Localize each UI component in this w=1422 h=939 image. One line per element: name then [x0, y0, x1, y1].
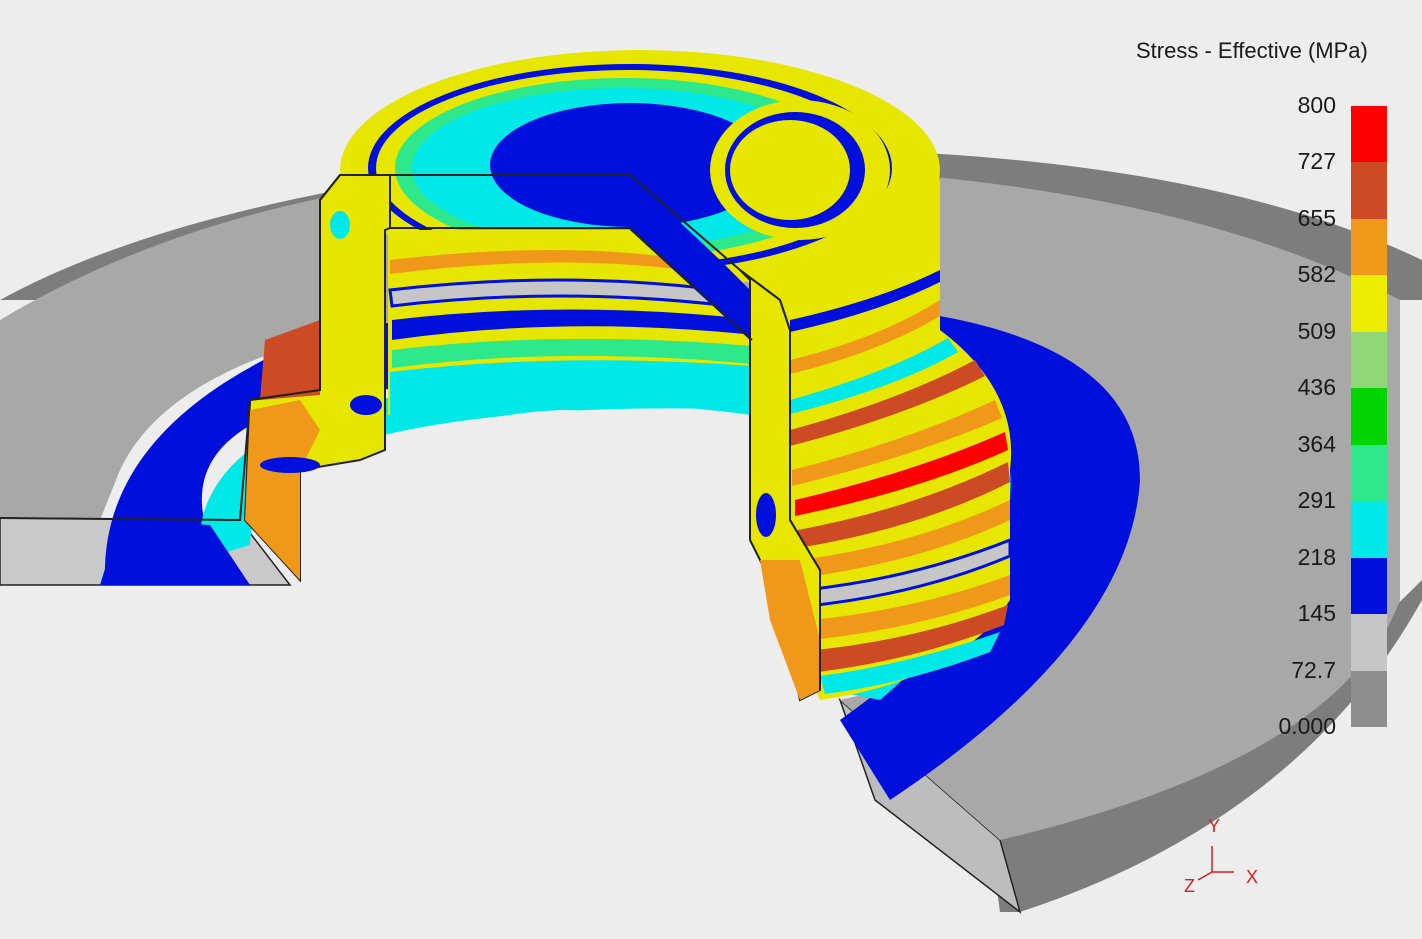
axes-triad: Y X Z [1184, 816, 1258, 896]
fea-viewport[interactable]: Stress - Effective (MPa) 800 727 655 582 509… [0, 0, 1422, 934]
cut-section-left-spot-2 [350, 395, 382, 415]
legend-tick-label: 0.000 [1278, 713, 1336, 739]
legend-color-band [1351, 275, 1387, 333]
legend-color-band [1351, 444, 1387, 502]
legend-color-band [1351, 162, 1387, 220]
cut-section-left-spot-3 [330, 211, 350, 239]
legend-color-band [1351, 501, 1387, 559]
legend-tick-label: 727 [1297, 148, 1336, 175]
stress-contour-model [0, 50, 1422, 914]
legend-color-band [1351, 331, 1387, 389]
legend-tick-label: 291 [1297, 487, 1336, 514]
legend-title: Stress - Effective (MPa) [1136, 38, 1368, 63]
legend-color-band [1351, 557, 1387, 615]
legend-tick-label: 218 [1297, 543, 1336, 570]
legend-colorbar [1351, 106, 1387, 728]
y-axis-label: Y [1208, 816, 1220, 836]
legend-color-band [1351, 388, 1387, 446]
z-axis-line [1197, 871, 1213, 881]
legend-tick-label: 582 [1297, 261, 1336, 288]
cut-section-left-spot-1 [260, 457, 320, 473]
cut-section-right-spot [756, 493, 776, 537]
legend-tick-label: 436 [1297, 374, 1336, 401]
legend-tick-label: 655 [1297, 204, 1336, 231]
legend-tick-label: 72.7 [1291, 656, 1336, 683]
legend-color-band [1351, 106, 1387, 163]
legend-tick-label: 364 [1297, 430, 1336, 457]
x-axis-label: X [1246, 867, 1258, 887]
legend-tick-label: 509 [1297, 317, 1336, 344]
legend-tick-label: 800 [1297, 92, 1336, 118]
legend-color-band [1351, 670, 1387, 728]
legend-color-band [1351, 218, 1387, 276]
legend-color-band [1351, 614, 1387, 672]
legend-tick-label: 145 [1297, 600, 1336, 627]
z-axis-label: Z [1184, 876, 1195, 896]
